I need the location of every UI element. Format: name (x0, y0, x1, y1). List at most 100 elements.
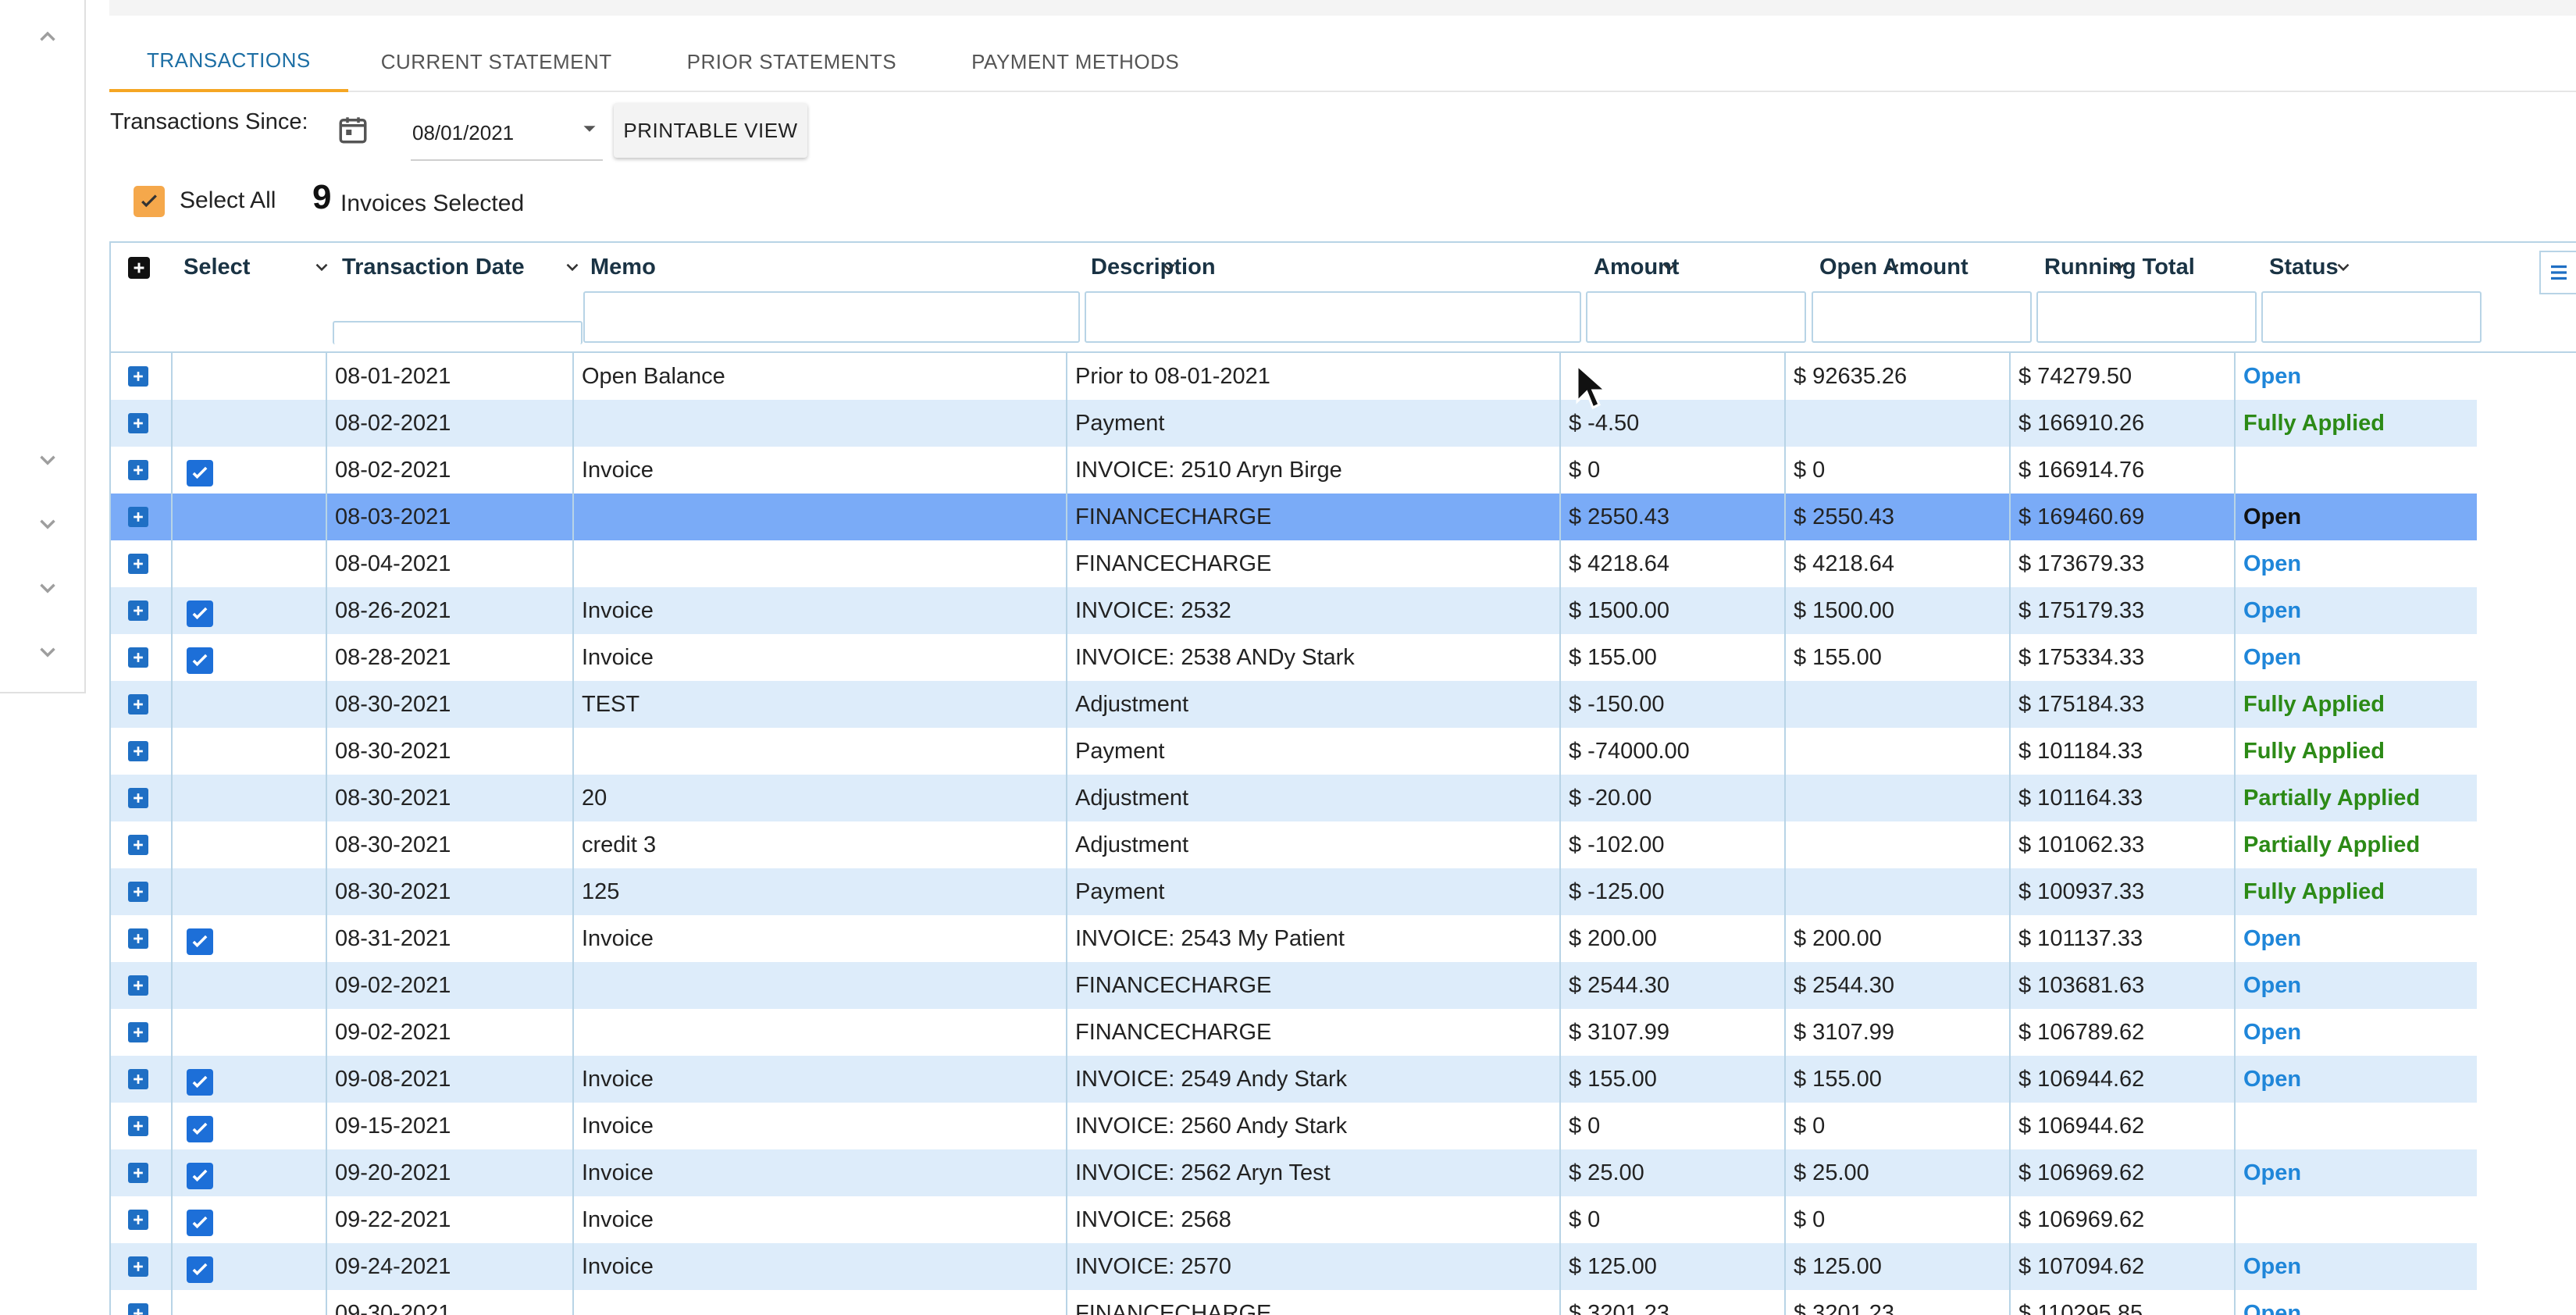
tab-payment-methods[interactable]: PAYMENT METHODS (934, 31, 1217, 92)
table-row[interactable]: 08-30-2021 Payment $ -74000.00 $ 101184.33 F… (111, 728, 2477, 775)
expand-row-icon[interactable] (128, 413, 148, 433)
chevron-down-icon[interactable] (562, 257, 583, 277)
table-row[interactable]: 08-30-2021 125 Payment $ -125.00 $ 100937.33… (111, 868, 2477, 915)
table-row[interactable]: 08-31-2021 Invoice INVOICE: 2543 My Patien… (111, 915, 2477, 962)
row-checkbox[interactable] (187, 647, 213, 674)
row-checkbox[interactable] (187, 928, 213, 955)
chevron-down-icon[interactable] (31, 508, 64, 540)
table-row[interactable]: 08-30-2021 TEST Adjustment $ -150.00 $ 17518… (111, 681, 2477, 728)
expand-row-icon[interactable] (128, 1069, 148, 1089)
expand-row-icon[interactable] (128, 882, 148, 902)
header-status[interactable]: Status (2269, 243, 2576, 291)
row-select-cell[interactable] (173, 915, 327, 962)
row-select-cell[interactable] (173, 868, 327, 915)
tab-current-statement[interactable]: CURRENT STATEMENT (348, 31, 650, 92)
table-row[interactable]: 08-30-2021 credit 3 Adjustment $ -102.00 $ 1… (111, 821, 2477, 868)
table-row[interactable]: 08-30-2021 20 Adjustment $ -20.00 $ 101164.3… (111, 775, 2477, 821)
expand-row-icon[interactable] (128, 1256, 148, 1277)
table-row[interactable]: 08-26-2021 Invoice INVOICE: 2532 $ 1500.00 $… (111, 587, 2477, 634)
filter-description-input[interactable] (1085, 291, 1581, 343)
row-select-cell[interactable] (173, 962, 327, 1009)
row-select-cell[interactable] (173, 634, 327, 681)
row-checkbox[interactable] (187, 1116, 213, 1142)
table-row[interactable]: 08-03-2021 FINANCECHARGE $ 2550.43 $ 2550.4… (111, 494, 2477, 540)
row-checkbox[interactable] (187, 1069, 213, 1096)
caret-down-icon[interactable] (578, 117, 601, 141)
expand-row-icon[interactable] (128, 1303, 148, 1315)
filter-date-input[interactable] (333, 321, 583, 344)
filter-memo-input[interactable] (583, 291, 1080, 343)
expand-row-icon[interactable] (128, 600, 148, 621)
row-select-cell[interactable] (173, 1103, 327, 1149)
expand-row-icon[interactable] (128, 928, 148, 949)
expand-row-icon[interactable] (128, 835, 148, 855)
row-select-cell[interactable] (173, 821, 327, 868)
filter-running-total-input[interactable] (2036, 291, 2257, 343)
calendar-icon[interactable] (337, 113, 369, 146)
expand-row-icon[interactable] (128, 1210, 148, 1230)
table-row[interactable]: 09-22-2021 Invoice INVOICE: 2568 $ 0 $ 0 $ 10… (111, 1196, 2477, 1243)
chevron-down-icon[interactable] (31, 636, 64, 668)
chevron-down-icon[interactable] (31, 444, 64, 476)
row-checkbox[interactable] (187, 600, 213, 627)
row-checkbox[interactable] (187, 1210, 213, 1236)
expand-row-icon[interactable] (128, 788, 148, 808)
row-select-cell[interactable] (173, 1196, 327, 1243)
expand-row-icon[interactable] (128, 694, 148, 715)
expand-row-icon[interactable] (128, 1163, 148, 1183)
row-select-cell[interactable] (173, 400, 327, 447)
row-select-cell[interactable] (173, 540, 327, 587)
expand-row-icon[interactable] (128, 741, 148, 761)
filter-status-input[interactable] (2261, 291, 2482, 343)
row-select-cell[interactable] (173, 775, 327, 821)
header-select[interactable]: Select (183, 243, 338, 291)
table-row[interactable]: 08-04-2021 FINANCECHARGE $ 4218.64 $ 4218.6… (111, 540, 2477, 587)
table-row[interactable]: 09-30-2021 FINANCECHARGE $ 3201.23 $ 3201.2… (111, 1290, 2477, 1315)
row-checkbox[interactable] (187, 1163, 213, 1189)
table-row[interactable]: 09-02-2021 FINANCECHARGE $ 3107.99 $ 3107.9… (111, 1009, 2477, 1056)
row-select-cell[interactable] (173, 1290, 327, 1315)
row-select-cell[interactable] (173, 728, 327, 775)
column-menu-icon[interactable] (2539, 251, 2576, 294)
filter-amount-input[interactable] (1586, 291, 1806, 343)
expand-row-icon[interactable] (128, 1022, 148, 1042)
expand-row-icon[interactable] (128, 1116, 148, 1136)
expand-row-icon[interactable] (128, 366, 148, 387)
row-select-cell[interactable] (173, 353, 327, 400)
row-select-cell[interactable] (173, 1056, 327, 1103)
table-row[interactable]: 08-01-2021 Open Balance Prior to 08-01-202… (111, 353, 2477, 400)
row-select-cell[interactable] (173, 1149, 327, 1196)
tab-transactions[interactable]: TRANSACTIONS (109, 31, 348, 92)
header-transaction-date[interactable]: Transaction Date (342, 243, 589, 291)
row-select-cell[interactable] (173, 587, 327, 634)
table-row[interactable]: 09-15-2021 Invoice INVOICE: 2560 Andy Star… (111, 1103, 2477, 1149)
expand-row-icon[interactable] (128, 460, 148, 480)
expand-row-icon[interactable] (128, 975, 148, 996)
table-row[interactable]: 09-08-2021 Invoice INVOICE: 2549 Andy Star… (111, 1056, 2477, 1103)
table-row[interactable]: 08-02-2021 Payment $ -4.50 $ 166910.26 Fully… (111, 400, 2477, 447)
chevron-down-icon[interactable] (31, 572, 64, 604)
table-row[interactable]: 08-28-2021 Invoice INVOICE: 2538 ANDy Star… (111, 634, 2477, 681)
row-select-cell[interactable] (173, 1243, 327, 1290)
expand-row-icon[interactable] (128, 647, 148, 668)
table-row[interactable]: 09-24-2021 Invoice INVOICE: 2570 $ 125.00 $ … (111, 1243, 2477, 1290)
table-row[interactable]: 09-20-2021 Invoice INVOICE: 2562 Aryn Test… (111, 1149, 2477, 1196)
select-all-checkbox[interactable] (134, 186, 165, 217)
row-select-cell[interactable] (173, 494, 327, 540)
since-date-input[interactable]: 08/01/2021 (411, 106, 603, 161)
row-select-cell[interactable] (173, 447, 327, 494)
row-checkbox[interactable] (187, 460, 213, 486)
row-select-cell[interactable] (173, 1009, 327, 1056)
table-row[interactable]: 09-02-2021 FINANCECHARGE $ 2544.30 $ 2544.3… (111, 962, 2477, 1009)
expand-row-icon[interactable] (128, 554, 148, 574)
expand-row-icon[interactable] (128, 507, 148, 527)
table-row[interactable]: 08-02-2021 Invoice INVOICE: 2510 Aryn Birg… (111, 447, 2477, 494)
expand-all-icon[interactable] (128, 257, 150, 279)
row-checkbox[interactable] (187, 1256, 213, 1283)
chevron-down-icon[interactable] (312, 257, 332, 277)
filter-open-amount-input[interactable] (1812, 291, 2032, 343)
chevron-up-icon[interactable] (31, 20, 64, 53)
tab-prior-statements[interactable]: PRIOR STATEMENTS (650, 31, 935, 92)
row-select-cell[interactable] (173, 681, 327, 728)
printable-view-button[interactable]: PRINTABLE VIEW (614, 103, 807, 158)
